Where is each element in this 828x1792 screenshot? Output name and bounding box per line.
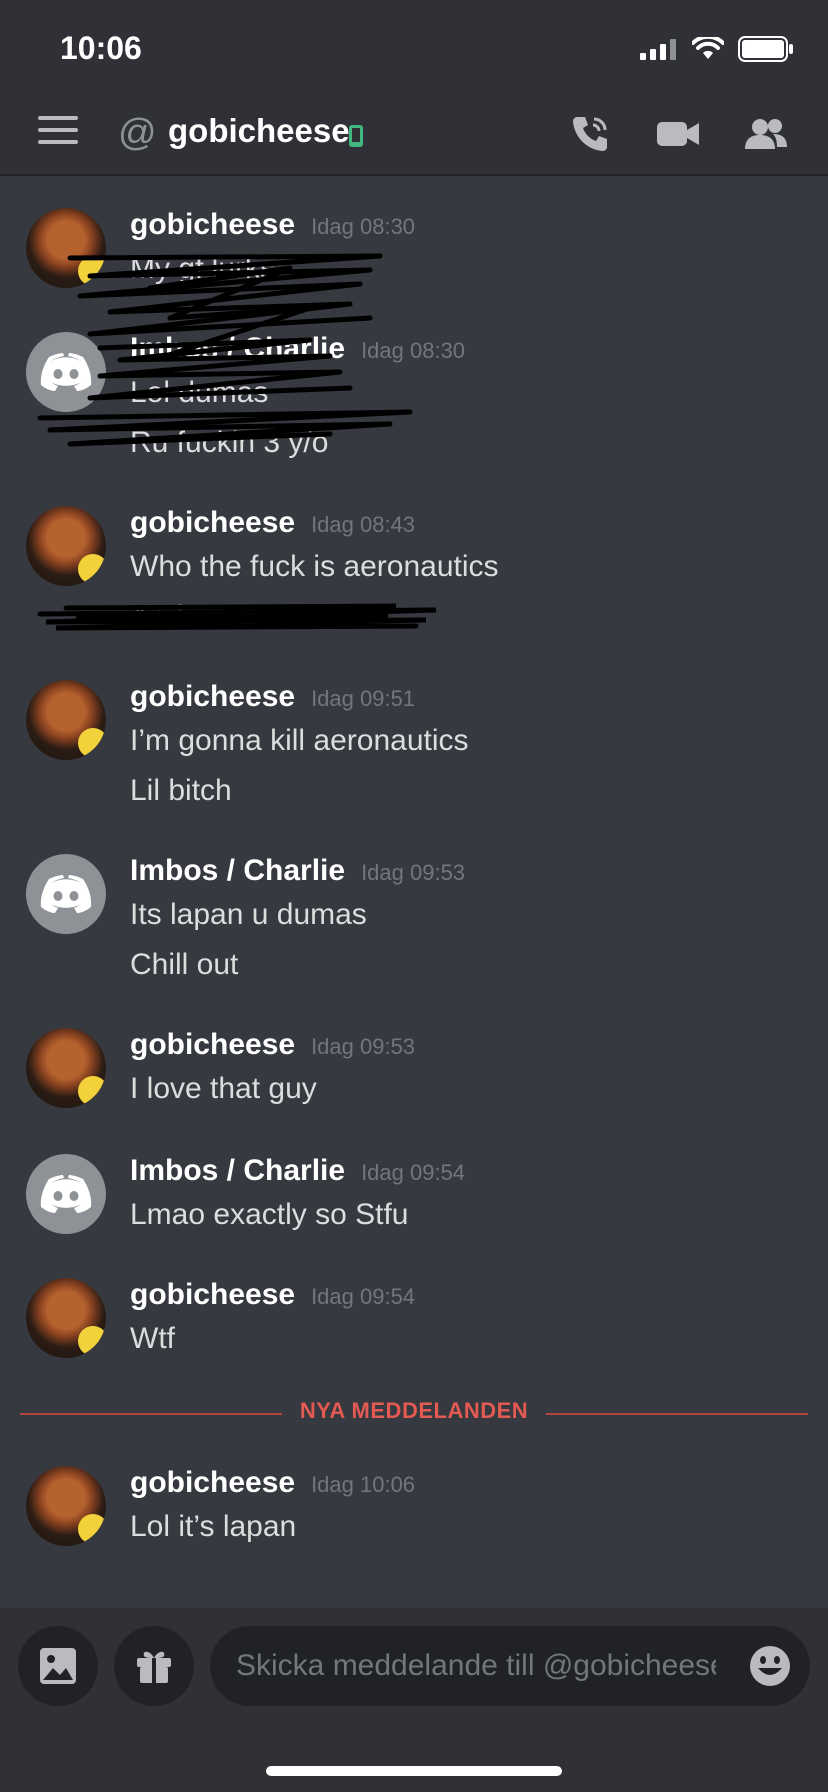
message-list: gobicheese Idag 08:30 My gf lurks Imbos … [0, 178, 828, 1608]
username[interactable]: Imbos / Charlie [130, 332, 345, 366]
timestamp: Idag 09:54 [361, 1160, 466, 1185]
avatar[interactable] [26, 1466, 106, 1546]
avatar[interactable] [26, 1028, 106, 1108]
avatar[interactable] [26, 1278, 106, 1358]
video-call-button[interactable] [654, 110, 702, 158]
discord-logo-icon [40, 875, 92, 913]
username[interactable]: gobicheese [130, 1466, 295, 1500]
username[interactable]: gobicheese [130, 1028, 295, 1062]
avatar[interactable] [26, 854, 106, 934]
timestamp: Idag 09:53 [311, 1034, 416, 1059]
channel-header: @ gobicheese [0, 92, 828, 176]
message-text: My gf lurks [130, 252, 276, 285]
message-composer [0, 1608, 828, 1792]
voice-call-button[interactable] [566, 110, 614, 158]
members-icon [745, 119, 787, 149]
message-text: Ru fuckin 3 y/o [130, 426, 329, 459]
status-icons [640, 36, 794, 62]
timestamp: Idag 09:54 [311, 1284, 416, 1309]
attach-image-button[interactable] [18, 1626, 98, 1706]
username[interactable]: Imbos / Charlie [130, 1154, 345, 1188]
status-time: 10:06 [60, 30, 142, 66]
message-text: I love that guy [130, 1072, 317, 1105]
message-text: Lol dumas [130, 376, 269, 409]
timestamp: Idag 09:51 [311, 686, 416, 711]
message-text: Lil bitch [130, 774, 232, 807]
battery-icon [738, 36, 793, 62]
member-list-button[interactable] [742, 110, 790, 158]
wifi-icon [692, 37, 724, 59]
timestamp: Idag 10:06 [311, 1472, 416, 1497]
discord-logo-icon [40, 353, 92, 391]
username[interactable]: Imbos / Charlie [130, 854, 345, 888]
signal-icon [640, 39, 676, 60]
avatar[interactable] [26, 208, 106, 288]
message-text: Who the fuck is aeronautics [130, 550, 499, 583]
menu-icon[interactable] [38, 116, 78, 150]
timestamp: Idag 08:43 [311, 512, 416, 537]
message-input-container[interactable] [210, 1626, 810, 1706]
message-text: Chill out [130, 948, 239, 981]
avatar[interactable] [26, 332, 106, 412]
avatar[interactable] [26, 1154, 106, 1234]
status-bar: 10:06 [0, 0, 828, 92]
timestamp: Idag 09:53 [361, 860, 466, 885]
message-text: And no that's rude [130, 600, 373, 633]
message-text: Lol it’s lapan [130, 1510, 297, 1543]
page-title: gobicheese [168, 112, 350, 149]
new-messages-divider: NYA MEDDELANDEN [20, 1398, 808, 1428]
message-input[interactable] [236, 1640, 716, 1692]
username[interactable]: gobicheese [130, 506, 295, 540]
gift-icon [137, 1651, 171, 1683]
phone-call-icon [573, 117, 607, 151]
new-messages-label: NYA MEDDELANDEN [299, 1398, 529, 1423]
timestamp: Idag 08:30 [361, 338, 466, 363]
timestamp: Idag 08:30 [311, 214, 416, 239]
avatar[interactable] [26, 680, 106, 760]
username[interactable]: gobicheese [130, 1278, 295, 1312]
message-text: Wtf [130, 1322, 175, 1355]
username[interactable]: gobicheese [130, 208, 295, 242]
discord-logo-icon [40, 1175, 92, 1213]
username[interactable]: gobicheese [130, 680, 295, 714]
video-camera-icon [657, 122, 699, 146]
image-icon [40, 1648, 76, 1684]
message-text: I’m gonna kill aeronautics [130, 724, 469, 757]
gift-button[interactable] [114, 1626, 194, 1706]
mobile-online-icon [349, 125, 363, 147]
avatar[interactable] [26, 506, 106, 586]
emoji-icon[interactable] [748, 1644, 792, 1688]
message-text: Lmao exactly so Stfu [130, 1198, 409, 1231]
message-text: Its lapan u dumas [130, 898, 367, 931]
at-icon: @ [118, 112, 157, 154]
home-indicator [266, 1766, 562, 1776]
